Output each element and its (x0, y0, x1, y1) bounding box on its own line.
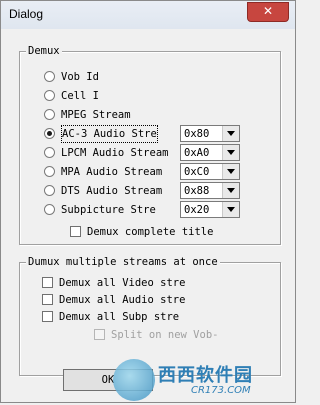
checkbox-label: Demux all Audio stre (59, 294, 186, 306)
radio-label: LPCM Audio Stream (61, 147, 169, 159)
radio-label: MPA Audio Stream (61, 166, 163, 178)
close-button[interactable]: ✕ (247, 2, 289, 22)
chevron-down-icon[interactable] (222, 145, 239, 160)
radio-button[interactable] (44, 147, 55, 158)
combo-value: 0x80 (184, 128, 210, 140)
dialog-window: Dialog ✕ Demux Vob Id Cell I MPEG Stream… (0, 0, 296, 403)
chevron-down-icon[interactable] (222, 183, 239, 198)
radio-button[interactable] (44, 185, 55, 196)
radio-label: Vob Id (61, 71, 99, 83)
radio-button[interactable] (44, 71, 55, 82)
demux-group: Demux Vob Id Cell I MPEG Stream AC-3 Aud… (19, 44, 281, 245)
checkbox-label: Demux all Video stre (59, 277, 186, 289)
checkbox[interactable] (42, 277, 53, 288)
combo-value: 0x20 (184, 204, 210, 216)
checkbox-label: Split on new Vob- (111, 329, 219, 341)
radio-label: AC-3 Audio Stre (61, 125, 158, 143)
mpa-stream-id-select[interactable]: 0xC0 (180, 163, 240, 180)
radio-label: DTS Audio Stream (61, 185, 163, 197)
chevron-down-icon[interactable] (222, 164, 239, 179)
combo-value: 0xA0 (184, 147, 210, 159)
radio-button[interactable] (44, 204, 55, 215)
checkbox[interactable] (42, 311, 53, 322)
combo-value: 0x88 (184, 185, 210, 197)
watermark-subtext: CR173.COM (191, 385, 251, 396)
checkbox-label: Demux complete title (87, 226, 214, 238)
radio-button[interactable] (44, 109, 55, 120)
radio-label: Subpicture Stre (61, 204, 156, 216)
multi-stream-legend: Dumux multiple streams at once (26, 255, 220, 269)
ac3-stream-id-select[interactable]: 0x80 (180, 125, 240, 142)
radio-button-selected[interactable] (44, 128, 55, 139)
radio-button[interactable] (44, 166, 55, 177)
watermark-text: 西西软件园 (158, 365, 253, 386)
checkbox-disabled (94, 329, 105, 340)
lpcm-stream-id-select[interactable]: 0xA0 (180, 144, 240, 161)
dts-stream-id-select[interactable]: 0x88 (180, 182, 240, 199)
chevron-down-icon[interactable] (222, 202, 239, 217)
combo-value: 0xC0 (184, 166, 210, 178)
checkbox-label: Demux all Subp stre (59, 311, 180, 323)
checkbox[interactable] (70, 226, 81, 237)
watermark-logo-icon (113, 359, 155, 401)
demux-legend: Demux (26, 44, 62, 58)
title-bar[interactable]: Dialog ✕ (1, 1, 295, 29)
radio-label: MPEG Stream (61, 109, 131, 121)
chevron-down-icon[interactable] (222, 126, 239, 141)
checkbox[interactable] (42, 294, 53, 305)
subpicture-stream-id-select[interactable]: 0x20 (180, 201, 240, 218)
watermark: 西西软件园 CR173.COM (113, 355, 283, 405)
radio-label: Cell I (61, 90, 99, 102)
radio-button[interactable] (44, 90, 55, 101)
dialog-client-area: Demux Vob Id Cell I MPEG Stream AC-3 Aud… (8, 29, 288, 401)
window-title: Dialog (9, 7, 44, 21)
